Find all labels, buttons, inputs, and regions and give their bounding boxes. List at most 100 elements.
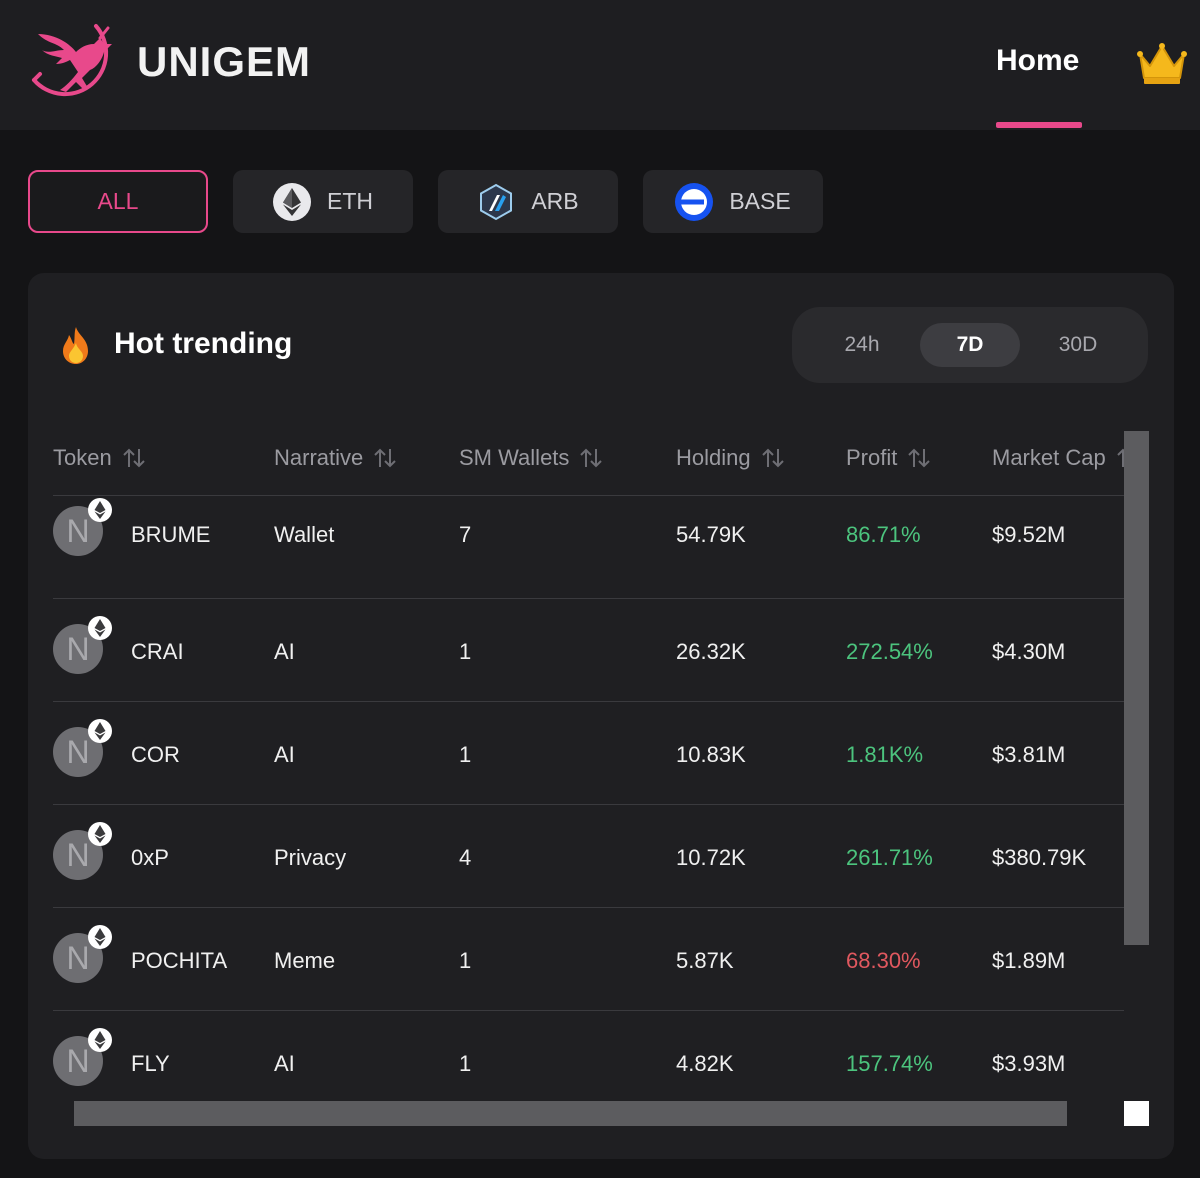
sort-icon[interactable] [122,447,146,469]
table-row[interactable]: N BRUME Wallet 7 54.79K 86.71% $9.52M [53,496,1124,599]
sm-wallets-cell: 1 [459,1051,472,1076]
ethereum-chain-badge-icon [88,822,112,846]
sm-wallets-cell: 7 [459,522,472,547]
nav-home-tab[interactable]: Home [996,44,1079,78]
market-cap-cell: $9.52M [992,522,1066,547]
filter-arb-button[interactable]: ARB [438,170,618,233]
holding-cell: 5.87K [676,948,734,973]
sm-wallets-cell: 4 [459,845,472,870]
column-label: Holding [676,445,751,470]
hot-trending-title: Hot trending [114,327,293,360]
table-row[interactable]: N POCHITA Meme 1 5.87K 68.30% $1.89M [53,908,1124,1011]
base-icon [675,182,714,221]
ethereum-chain-badge-icon [88,1028,112,1052]
token-avatar: N [53,925,112,983]
time-range-toggle: 24h 7D 30D [792,307,1148,383]
ethereum-icon [273,182,311,221]
sm-wallets-cell: 1 [459,639,472,664]
filter-all-button[interactable]: ALL [28,170,208,233]
pegasus-logo-icon[interactable] [26,20,122,106]
ethereum-chain-badge-icon [88,616,112,640]
column-header-market-cap[interactable]: Market Cap [992,445,1124,471]
token-avatar: N [53,822,112,880]
token-symbol[interactable]: BRUME [131,522,210,548]
brand-name: UNIGEM [137,38,311,85]
sm-wallets-cell: 1 [459,948,472,973]
token-avatar: N [53,1028,112,1086]
sort-icon[interactable] [761,447,785,469]
column-label: Narrative [274,445,364,470]
column-label: Market Cap [992,445,1106,470]
sort-icon[interactable] [907,447,931,469]
column-header-token[interactable]: Token [53,445,146,471]
narrative-cell: AI [274,742,295,767]
profit-cell: 272.54% [846,639,933,664]
top-header: UNIGEM Home [0,0,1200,130]
column-header-profit[interactable]: Profit [846,445,931,471]
column-label: Token [53,445,112,470]
filter-base-label: BASE [729,188,791,214]
arbitrum-icon [480,183,513,220]
range-24h-button[interactable]: 24h [812,323,912,367]
narrative-cell: Meme [274,948,336,973]
table-row[interactable]: N COR AI 1 10.83K 1.81K% $3.81M [53,702,1124,805]
narrative-cell: Privacy [274,845,347,870]
range-30d-button[interactable]: 30D [1028,323,1128,367]
table-header: Token Narrative SM Wallets Holding Profi… [53,423,1124,496]
profit-cell: 1.81K% [846,742,924,767]
holding-cell: 4.82K [676,1051,734,1076]
column-label: Profit [846,445,898,470]
table-row[interactable]: N CRAI AI 1 26.32K 272.54% $4.30M [53,599,1124,702]
active-tab-indicator [996,122,1082,128]
profit-cell: 68.30% [846,948,921,973]
hot-trending-card: Hot trending 24h 7D 30D Token Narrative … [28,273,1174,1159]
token-symbol[interactable]: POCHITA [131,948,227,974]
token-symbol[interactable]: FLY [131,1051,170,1077]
ethereum-chain-badge-icon [88,498,112,522]
token-symbol[interactable]: CRAI [131,639,184,665]
market-cap-cell: $4.30M [992,639,1066,664]
market-cap-cell: $380.79K [992,845,1087,870]
filter-all-label: ALL [97,188,139,214]
column-label: SM Wallets [459,445,570,470]
market-cap-cell: $3.81M [992,742,1066,767]
market-cap-cell: $1.89M [992,948,1066,973]
narrative-cell: AI [274,1051,295,1076]
sort-icon[interactable] [579,447,603,469]
token-avatar: N [53,498,112,556]
holding-cell: 54.79K [676,522,746,547]
fire-icon [63,327,88,364]
holding-cell: 26.32K [676,639,746,664]
token-avatar: N [53,616,112,674]
column-header-narrative[interactable]: Narrative [274,445,397,471]
crown-icon[interactable] [1136,40,1188,86]
vertical-scrollbar-thumb[interactable] [1124,431,1149,945]
table-row[interactable]: N 0xP Privacy 4 10.72K 261.71% $380.79K [53,805,1124,908]
holding-cell: 10.83K [676,742,746,767]
narrative-cell: Wallet [274,522,335,547]
profit-cell: 157.74% [846,1051,933,1076]
table-row[interactable]: N FLY AI 1 4.82K 157.74% $3.93M [53,1011,1124,1099]
token-symbol[interactable]: 0xP [131,845,169,871]
filter-base-button[interactable]: BASE [643,170,823,233]
column-header-holding[interactable]: Holding [676,445,785,471]
ethereum-chain-badge-icon [88,719,112,743]
horizontal-scrollbar-thumb[interactable] [74,1101,1067,1126]
profit-cell: 86.71% [846,522,921,547]
token-avatar: N [53,719,112,777]
filter-eth-label: ETH [327,188,373,214]
sm-wallets-cell: 1 [459,742,472,767]
market-cap-cell: $3.93M [992,1051,1066,1076]
column-header-sm-wallets[interactable]: SM Wallets [459,445,603,471]
sort-icon[interactable] [373,447,397,469]
filter-eth-button[interactable]: ETH [233,170,413,233]
token-symbol[interactable]: COR [131,742,180,768]
range-7d-button[interactable]: 7D [920,323,1020,367]
sort-icon[interactable] [1116,447,1124,469]
holding-cell: 10.72K [676,845,746,870]
trending-table: Token Narrative SM Wallets Holding Profi… [53,423,1124,1099]
profit-cell: 261.71% [846,845,933,870]
filter-arb-label: ARB [531,188,579,214]
vertical-scrollbar-track[interactable] [1124,945,1149,1099]
narrative-cell: AI [274,639,295,664]
